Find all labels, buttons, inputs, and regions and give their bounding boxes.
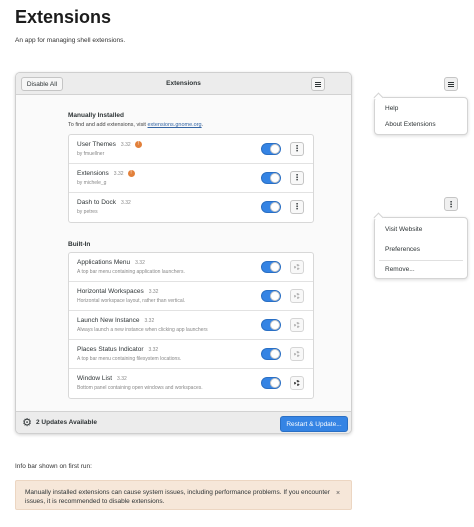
extension-version: 3.32 <box>113 171 124 178</box>
extension-version: 3.32 <box>117 376 127 382</box>
menu-item-visit-website[interactable]: Visit Website <box>385 226 422 233</box>
extension-description: A top bar menu containing filesystem loc… <box>77 356 182 362</box>
extension-name: Applications Menu <box>77 259 131 266</box>
extension-menu-button[interactable]: ⋮ <box>290 142 304 156</box>
extension-name: Window List <box>77 375 113 382</box>
infobar: Manually installed extensions can cause … <box>15 480 352 510</box>
menu-separator <box>379 260 463 261</box>
list-item: Extensions 3.32! by michele_g ⋮ <box>69 164 313 193</box>
extension-name: Dash to Dock <box>77 199 117 206</box>
extension-toggle[interactable] <box>261 172 281 184</box>
extension-toggle[interactable] <box>261 319 281 331</box>
extension-menu-button[interactable]: ⋮ <box>290 171 304 185</box>
extension-toggle[interactable] <box>261 290 281 302</box>
main-menu-button[interactable] <box>311 77 325 91</box>
extension-settings-button[interactable] <box>290 318 304 332</box>
extension-author: by petres <box>77 209 98 215</box>
menu-item-preferences[interactable]: Preferences <box>385 246 420 253</box>
extension-toggle[interactable] <box>261 261 281 273</box>
window-title: Extensions <box>166 80 201 87</box>
toggle-knob <box>270 262 280 272</box>
extension-description: Always launch a new instance when clicki… <box>77 327 208 333</box>
manual-extensions-list: User Themes 3.32! by fmuellner ⋮ Extensio… <box>68 134 314 223</box>
manual-section-hint: To find and add extensions, visit extens… <box>68 122 204 128</box>
headerbar: Disable All Extensions <box>16 73 351 95</box>
extension-description: Bottom panel containing open windows and… <box>77 385 203 391</box>
gear-icon <box>294 264 300 270</box>
extension-name: Horizontal Workspaces <box>77 288 144 295</box>
toggle-knob <box>270 291 280 301</box>
updates-label: 2 Updates Available <box>36 419 97 426</box>
infobar-caption: Info bar shown on first run: <box>15 463 92 470</box>
app-menu-button[interactable] <box>444 77 458 91</box>
extension-author: by michele_g <box>77 180 107 186</box>
list-item: Dash to Dock 3.32 by petres ⋮ <box>69 193 313 222</box>
toggle-knob <box>270 320 280 330</box>
extension-toggle[interactable] <box>261 201 281 213</box>
extension-toggle[interactable] <box>261 143 281 155</box>
menu-item-about[interactable]: About Extensions <box>385 121 436 128</box>
app-menu-popover: Help About Extensions <box>374 97 468 135</box>
extension-author: by fmuellner <box>77 151 105 157</box>
extension-settings-button[interactable] <box>290 376 304 390</box>
extension-version: 3.32 <box>120 142 131 149</box>
extension-settings-button[interactable] <box>290 260 304 274</box>
row-menu-button[interactable]: ⋮ <box>444 197 458 211</box>
toggle-knob <box>270 349 280 359</box>
extension-name: Extensions <box>77 170 109 178</box>
extension-version: 3.32 <box>148 347 159 353</box>
page-subtitle: An app for managing shell extensions. <box>15 37 126 44</box>
extension-toggle[interactable] <box>261 377 281 389</box>
builtin-extensions-list: Applications Menu 3.32 A top bar menu con… <box>68 252 314 399</box>
gear-icon <box>294 351 300 357</box>
extension-description: Horizontal workspace layout, rather than… <box>77 298 186 304</box>
list-item: Places Status Indicator 3.32 A top bar me… <box>69 340 313 369</box>
kebab-icon: ⋮ <box>293 144 301 153</box>
extension-name: Places Status Indicator <box>77 346 144 353</box>
extension-description: A top bar menu containing application la… <box>77 269 185 275</box>
list-item: Launch New Instance 3.32 Always launch a … <box>69 311 313 340</box>
page-title: Extensions <box>15 7 112 27</box>
row-menu-popover: Visit Website Preferences Remove... <box>374 217 468 279</box>
extension-menu-button[interactable]: ⋮ <box>290 200 304 214</box>
toggle-knob <box>270 378 280 388</box>
list-item: Horizontal Workspaces 3.32 Horizontal wor… <box>69 282 313 311</box>
manual-section-heading: Manually Installed <box>68 112 124 119</box>
gear-icon <box>294 322 300 328</box>
warning-icon: ! <box>134 141 142 148</box>
toggle-knob <box>270 173 280 183</box>
extension-name: Launch New Instance <box>77 317 140 324</box>
list-item: User Themes 3.32! by fmuellner ⋮ <box>69 135 313 164</box>
hamburger-icon <box>448 81 454 87</box>
list-item: Window List 3.32 Bottom panel containing … <box>69 369 313 398</box>
toggle-knob <box>270 202 280 212</box>
kebab-icon: ⋮ <box>447 199 455 209</box>
extensions-website-link[interactable]: extensions.gnome.org <box>148 122 202 128</box>
menu-item-remove[interactable]: Remove... <box>385 266 415 273</box>
extension-version: 3.32 <box>135 260 145 266</box>
extension-settings-button[interactable] <box>290 289 304 303</box>
extension-version: 3.32 <box>148 289 159 295</box>
extension-toggle[interactable] <box>261 348 281 360</box>
extension-settings-button[interactable] <box>290 347 304 361</box>
gear-icon: ⚙ <box>22 417 32 429</box>
kebab-icon: ⋮ <box>293 173 301 182</box>
infobar-message: Manually installed extensions can cause … <box>25 489 330 505</box>
extension-name: User Themes <box>77 141 116 149</box>
close-icon[interactable]: × <box>336 490 340 497</box>
menu-item-help[interactable]: Help <box>385 105 398 112</box>
builtin-section-heading: Built-In <box>68 241 91 248</box>
extension-version: 3.32 <box>121 200 131 206</box>
list-item: Applications Menu 3.32 A top bar menu con… <box>69 253 313 282</box>
warning-icon: ! <box>127 170 135 177</box>
gear-icon <box>294 293 300 299</box>
kebab-icon: ⋮ <box>293 202 301 211</box>
extension-version: 3.32 <box>144 318 155 324</box>
toggle-knob <box>270 144 280 154</box>
updates-bar: ⚙ 2 Updates Available Restart & Update..… <box>16 411 351 433</box>
extensions-window: Disable All Extensions Manually Installe… <box>15 72 352 434</box>
gear-icon <box>294 380 300 386</box>
restart-update-button[interactable]: Restart & Update... <box>280 416 348 432</box>
hamburger-icon <box>315 81 321 87</box>
